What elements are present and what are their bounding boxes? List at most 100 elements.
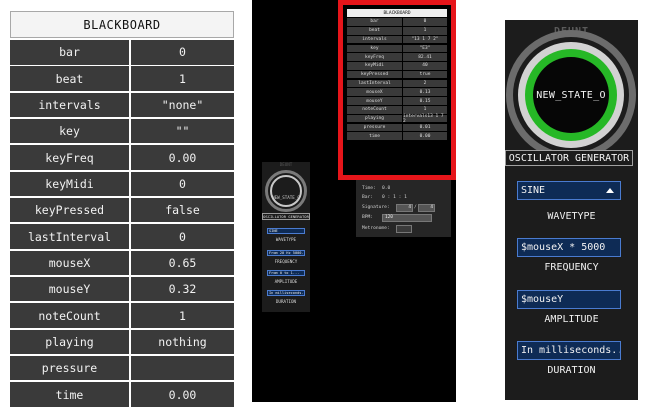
frequency-input[interactable]: $mouseX * 5000 [517, 238, 621, 257]
mini-blackboard-value: 1 [403, 106, 447, 114]
blackboard-key: keyMidi [10, 171, 129, 197]
blackboard-value: 0 [131, 171, 234, 197]
blackboard-value: "none" [131, 92, 234, 118]
mini-state-ring-inner [270, 175, 302, 207]
mini-oscillator-top-label: DEUNT [279, 162, 293, 167]
blackboard-key: noteCount [10, 303, 129, 328]
blackboard-rows: bar 0 beat 1 intervals "none" key "" keyFreq… [10, 40, 234, 407]
mini-blackboard-value: true [403, 70, 447, 79]
mini-blackboard-row: keyFreq 82.41 [347, 53, 447, 61]
mini-blackboard-value: intervals13 1 7 2 [403, 114, 447, 124]
blackboard-value: "" [131, 118, 234, 144]
mini-blackboard-row: noteCount 1 [347, 106, 447, 114]
blackboard-value: 1 [131, 66, 234, 91]
mini-blackboard-key: noteCount [347, 106, 402, 114]
bpm-input[interactable]: 120 [382, 214, 432, 222]
mini-blackboard-row: bar 0 [347, 18, 447, 26]
mini-blackboard-row: keyMidi 40 [347, 62, 447, 70]
oscillator-node[interactable]: DEUNT NEW_STATE_O OSCILLATOR GENERATOR S… [505, 20, 638, 400]
state-node[interactable]: NEW_STATE_O [533, 57, 609, 133]
signature-numerator[interactable]: 4 [396, 204, 413, 212]
blackboard-key: mouseX [10, 250, 129, 276]
mini-blackboard-row: mouseY 0.15 [347, 97, 447, 105]
blackboard-value: nothing [131, 329, 234, 355]
blackboard-row: pressure [10, 355, 234, 381]
mini-oscillator-state: NEW_STATE_O [272, 195, 300, 200]
blackboard-key: pressure [10, 355, 129, 381]
blackboard-panel: BLACKBOARD bar 0 beat 1 intervals "none" ke… [10, 11, 234, 409]
frequency-label: FREQUENCY [544, 262, 599, 273]
blackboard-row: key "" [10, 118, 234, 144]
bar-label: Bar: [362, 195, 374, 200]
blackboard-row: time 0.00 [10, 382, 234, 407]
bar-value: 0 : 1 : 1 [382, 195, 407, 200]
blackboard-row: lastInterval 0 [10, 224, 234, 249]
metronome-toggle[interactable] [396, 225, 412, 233]
mini-blackboard-value: 82.41 [403, 53, 447, 61]
blackboard-title: BLACKBOARD [10, 11, 234, 38]
amplitude-input[interactable]: $mouseY [517, 290, 621, 309]
mini-wavetype-dropdown[interactable]: SINE [267, 228, 305, 234]
mini-blackboard-key: bar [347, 18, 402, 26]
blackboard-row: keyFreq 0.00 [10, 145, 234, 170]
blackboard-value: 1 [131, 303, 234, 328]
blackboard-key: intervals [10, 92, 129, 118]
blackboard-key: keyPressed [10, 197, 129, 223]
mini-wavetype-label: WAVETYPE [275, 237, 297, 242]
mini-blackboard-key: lastInterval [347, 79, 402, 88]
mini-oscillator-title: OSCILLATOR GENERATOR [262, 213, 310, 220]
blackboard-key: key [10, 118, 129, 144]
mini-blackboard-highlighted[interactable]: BLACKBOARD bar 0 beat 1 intervals "13 1 7 2… [338, 0, 456, 180]
mini-blackboard-key: intervals [347, 35, 402, 44]
blackboard-row: beat 1 [10, 66, 234, 91]
blackboard-key: mouseY [10, 276, 129, 302]
blackboard-row: noteCount 1 [10, 303, 234, 328]
mini-blackboard-row: time 0.00 [347, 132, 447, 140]
wavetype-value: SINE [521, 185, 546, 196]
mini-blackboard-value: 0.13 [403, 88, 447, 97]
mini-blackboard-row: beat 1 [347, 26, 447, 35]
mini-blackboard-value: 0 [403, 18, 447, 26]
mini-blackboard-row: playing intervals13 1 7 2 [347, 114, 447, 124]
duration-label: DURATION [547, 365, 596, 376]
bpm-label: BPM: [362, 215, 374, 220]
blackboard-row: keyMidi 0 [10, 171, 234, 197]
mini-blackboard-key: pressure [347, 123, 402, 132]
blackboard-key: beat [10, 66, 129, 91]
signature-label: Signature: [362, 205, 390, 210]
chevron-up-icon [606, 188, 614, 193]
mini-blackboard-title: BLACKBOARD [347, 9, 447, 17]
transport-panel: Time: 0.0 Bar: 0 : 1 : 1 Signature: 4 / … [356, 180, 451, 237]
duration-input[interactable]: In milliseconds... [517, 341, 621, 360]
blackboard-key: bar [10, 40, 129, 65]
mini-blackboard-row: keyPressed true [347, 70, 447, 79]
blackboard-key: time [10, 382, 129, 407]
mini-duration-input[interactable]: In milliseconds... [267, 290, 305, 296]
state-name: NEW_STATE_O [536, 89, 606, 101]
mini-blackboard-value: 0.01 [403, 123, 447, 132]
wavetype-dropdown[interactable]: SINE [517, 181, 621, 200]
mini-blackboard-value: "E3" [403, 44, 447, 53]
wavetype-label: WAVETYPE [547, 211, 596, 222]
mini-amplitude-label: AMPLITUDE [274, 279, 298, 284]
mini-blackboard-row: key "E3" [347, 44, 447, 53]
mini-frequency-input[interactable]: From 20 Hz 5000... [267, 250, 305, 256]
mini-blackboard-key: keyFreq [347, 53, 402, 61]
blackboard-value: 0.65 [131, 250, 234, 276]
blackboard-row: bar 0 [10, 40, 234, 65]
blackboard-row: keyPressed false [10, 197, 234, 223]
mini-amplitude-input[interactable]: From 0 to 1... [267, 270, 305, 276]
blackboard-key: lastInterval [10, 224, 129, 249]
mini-blackboard-key: playing [347, 114, 402, 123]
mini-blackboard-value: "13 1 7 2" [403, 35, 447, 44]
mini-blackboard-row: mouseX 0.13 [347, 88, 447, 97]
blackboard-value: 0.00 [131, 382, 234, 407]
signature-slash: / [414, 205, 417, 210]
mini-oscillator-node[interactable]: DEUNT NEW_STATE_O OSCILLATOR GENERATOR S… [262, 162, 310, 312]
blackboard-row: mouseX 0.65 [10, 250, 234, 276]
overview-canvas: BLACKBOARD bar 0 beat 1 intervals "13 1 7 2… [252, 0, 456, 402]
mini-duration-label: DURATION [275, 299, 297, 304]
blackboard-row: intervals "none" [10, 92, 234, 118]
mini-blackboard-value: 0.00 [403, 132, 447, 140]
signature-denominator[interactable]: 4 [418, 204, 435, 212]
